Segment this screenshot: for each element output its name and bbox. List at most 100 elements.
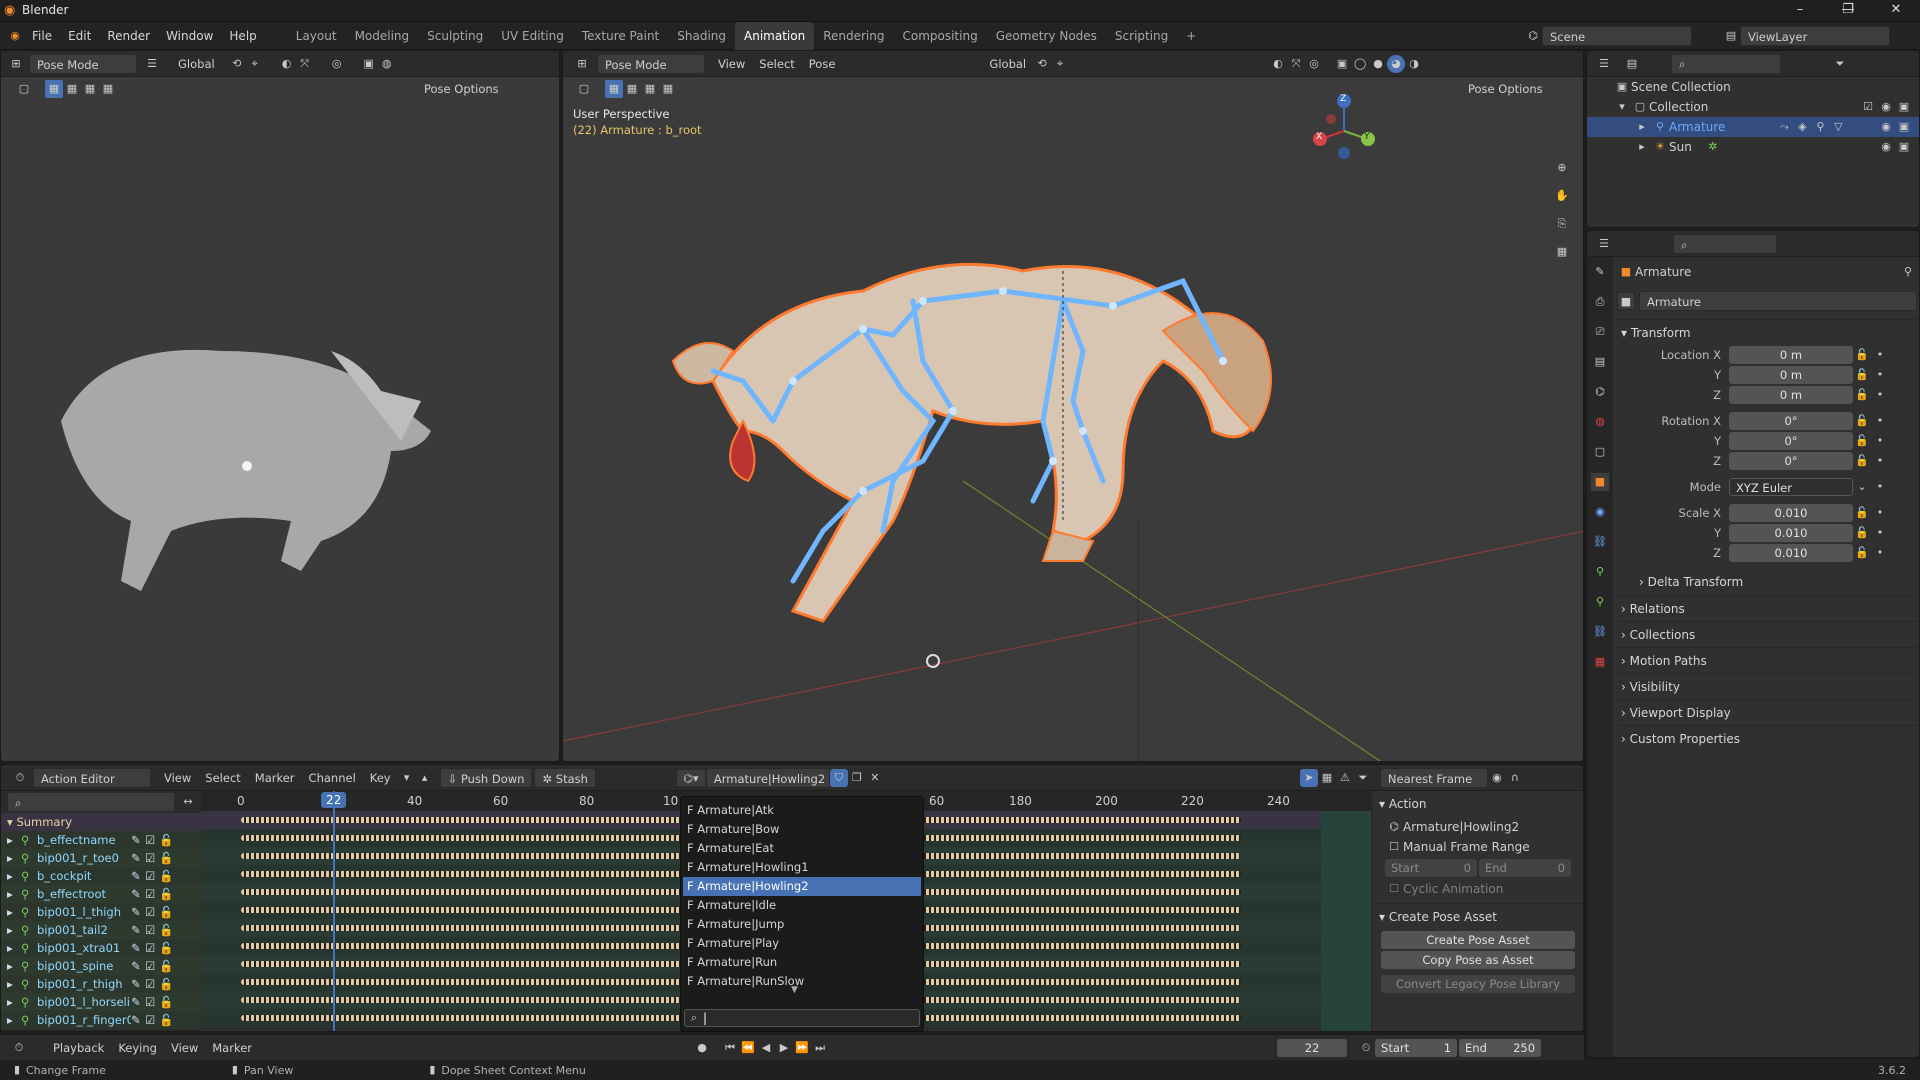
action-section-header[interactable]: ▾ Action	[1373, 791, 1583, 817]
viewlayer-selector[interactable]: ▤ ViewLayer	[1722, 25, 1890, 47]
zoom-icon[interactable]: ⊕	[1553, 159, 1571, 177]
overlay-icon[interactable]: ◎	[328, 55, 346, 73]
lock-icon[interactable]: 🔓	[1853, 432, 1871, 450]
lock-icon[interactable]: 🔓	[1853, 412, 1871, 430]
wrench-icon[interactable]: ✎	[131, 867, 145, 885]
lock-icon[interactable]: 🔓	[159, 957, 173, 975]
wrench-icon[interactable]: ✎	[131, 903, 145, 921]
scale-z-field[interactable]: 0.010	[1729, 544, 1853, 562]
editor-type-icon[interactable]: ☰	[1595, 55, 1613, 73]
channel-row[interactable]: ▸ ⚲ bip001_r_toe0 ✎ ☑ 🔓	[1, 849, 201, 867]
eye-icon[interactable]: ◉	[1877, 118, 1895, 136]
action-list-item[interactable]: F Armature|Bow	[683, 820, 921, 839]
lock-icon[interactable]: 🔓	[1853, 504, 1871, 522]
channel-row[interactable]: ▸ ⚲ bip001_tail2 ✎ ☑ 🔓	[1, 921, 201, 939]
channel-row[interactable]: ▸ ⚲ b_effectname ✎ ☑ 🔓	[1, 831, 201, 849]
location-z-field[interactable]: 0 m	[1729, 386, 1853, 404]
only-selected-icon[interactable]: ➤	[1299, 768, 1318, 787]
lock-icon[interactable]: 🔓	[159, 939, 173, 957]
navigation-gizmo[interactable]: Z X Y	[1309, 91, 1379, 161]
playhead-line[interactable]	[333, 791, 335, 1031]
channel-search-input[interactable]: ⌕	[7, 792, 175, 812]
select-tool-icon[interactable]: ▢	[15, 80, 33, 98]
expand-icon[interactable]: ▸	[7, 849, 21, 867]
action-list-item[interactable]: F Armature|Howling2	[683, 877, 921, 896]
wireframe-shading-icon[interactable]: ◯	[1351, 55, 1369, 73]
tool-tab-icon[interactable]: ✎	[1591, 263, 1609, 281]
channel-row[interactable]: ▸ ⚲ bip001_r_thigh ✎ ☑ 🔓	[1, 975, 201, 993]
expand-icon[interactable]: ▸	[7, 921, 21, 939]
menu-select[interactable]: Select	[752, 54, 801, 74]
channel-row[interactable]: ▸ ⚲ b_effectroot ✎ ☑ 🔓	[1, 885, 201, 903]
blender-menu-icon[interactable]: ◉	[6, 27, 24, 45]
view-layer-tab-icon[interactable]: ▤	[1591, 353, 1609, 371]
keyframe-type-icon[interactable]: ▴	[416, 769, 434, 787]
expand-icon[interactable]: ▸	[7, 885, 21, 903]
checkbox-icon[interactable]: ☑	[145, 957, 159, 975]
wrench-icon[interactable]: ✎	[131, 921, 145, 939]
play-reverse-icon[interactable]: ◀	[757, 1039, 775, 1057]
menu-marker[interactable]: Marker	[205, 1038, 259, 1058]
select-subtract-icon[interactable]: ▦	[81, 80, 99, 98]
rotation-mode-dropdown[interactable]: XYZ Euler	[1729, 478, 1853, 496]
action-list-item[interactable]: F Armature|Play	[683, 934, 921, 953]
rotation-z-field[interactable]: 0°	[1729, 452, 1853, 470]
action-list-item[interactable]: F Armature|RunSlow	[683, 972, 921, 991]
swap-icon[interactable]: ↔	[179, 793, 197, 811]
menu-playback[interactable]: Playback	[46, 1038, 111, 1058]
select-extend-icon[interactable]: ▦	[63, 80, 81, 98]
next-key-icon[interactable]: ⏩	[793, 1039, 811, 1057]
action-name-field[interactable]: Armature|Howling2	[705, 767, 830, 788]
wrench-icon[interactable]: ✎	[131, 993, 145, 1011]
channel-row[interactable]: ▸ ⚲ bip001_xtra01 ✎ ☑ 🔓	[1, 939, 201, 957]
gizmo-icon[interactable]: ⤧	[296, 55, 314, 73]
play-icon[interactable]: ▶	[775, 1039, 793, 1057]
action-list-item[interactable]: F Armature|Jump	[683, 915, 921, 934]
start-frame-field[interactable]: Start 1	[1375, 1038, 1458, 1057]
menu-file[interactable]: File	[24, 22, 60, 50]
keyframe-dot-icon[interactable]: •	[1871, 432, 1889, 450]
menu-channel[interactable]: Channel	[302, 768, 363, 788]
action-list-item[interactable]: F Armature|Atk	[683, 801, 921, 820]
tab-modeling[interactable]: Modeling	[346, 22, 419, 50]
lock-icon[interactable]: 🔓	[1853, 524, 1871, 542]
action-list-item[interactable]: F Armature|Run	[683, 953, 921, 972]
pivot-icon[interactable]: ⟲	[228, 55, 246, 73]
tab-layout[interactable]: Layout	[287, 22, 346, 50]
outliner-item-sun[interactable]: ▸ ☀ Sun ✲ ◉ ▣	[1587, 137, 1919, 157]
bone-tab-icon[interactable]: ⚲	[1591, 593, 1609, 611]
section-visibility[interactable]: › Visibility	[1617, 673, 1917, 699]
lock-icon[interactable]: 🔓	[1853, 452, 1871, 470]
section-collections[interactable]: › Collections	[1617, 621, 1917, 647]
lock-icon[interactable]: 🔓	[159, 867, 173, 885]
xray-icon[interactable]: ▣	[1333, 55, 1351, 73]
location-x-field[interactable]: 0 m	[1729, 346, 1853, 364]
wrench-icon[interactable]: ✎	[131, 849, 145, 867]
checkbox-icon[interactable]: ☐	[1385, 838, 1403, 856]
shading-icon[interactable]: ◍	[378, 55, 396, 73]
errors-icon[interactable]: ⚠	[1336, 769, 1354, 787]
menu-view[interactable]: View	[164, 1038, 205, 1058]
select-box-icon[interactable]: ▦	[605, 80, 623, 98]
jump-start-icon[interactable]: ⏮	[721, 1039, 739, 1057]
add-workspace-icon[interactable]: +	[1177, 22, 1205, 50]
eye-icon[interactable]: ◉	[1877, 138, 1895, 156]
menu-view[interactable]: View	[711, 54, 752, 74]
display-mode-icon[interactable]: ▤	[1623, 55, 1641, 73]
lock-icon[interactable]: 🔓	[1853, 544, 1871, 562]
menu-edit[interactable]: Edit	[60, 22, 99, 50]
visibility-icon[interactable]: ◐	[278, 55, 296, 73]
scale-x-field[interactable]: 0.010	[1729, 504, 1853, 522]
show-hidden-icon[interactable]: ▦	[1318, 769, 1336, 787]
texture-tab-icon[interactable]: ▦	[1591, 653, 1609, 671]
stash-button[interactable]: ✲ Stash	[534, 767, 596, 788]
checkbox-icon[interactable]: ☑	[145, 867, 159, 885]
action-list-item[interactable]: F Armature|Eat	[683, 839, 921, 858]
lock-icon[interactable]: 🔓	[1853, 386, 1871, 404]
location-y-field[interactable]: 0 m	[1729, 366, 1853, 384]
wrench-icon[interactable]: ✎	[131, 885, 145, 903]
editor-type-icon[interactable]: ⏱	[11, 769, 29, 787]
snap-icon[interactable]: ⌖	[1051, 55, 1069, 73]
menu-view[interactable]: View	[157, 768, 198, 788]
outliner-search[interactable]: ⌕	[1671, 53, 1781, 74]
